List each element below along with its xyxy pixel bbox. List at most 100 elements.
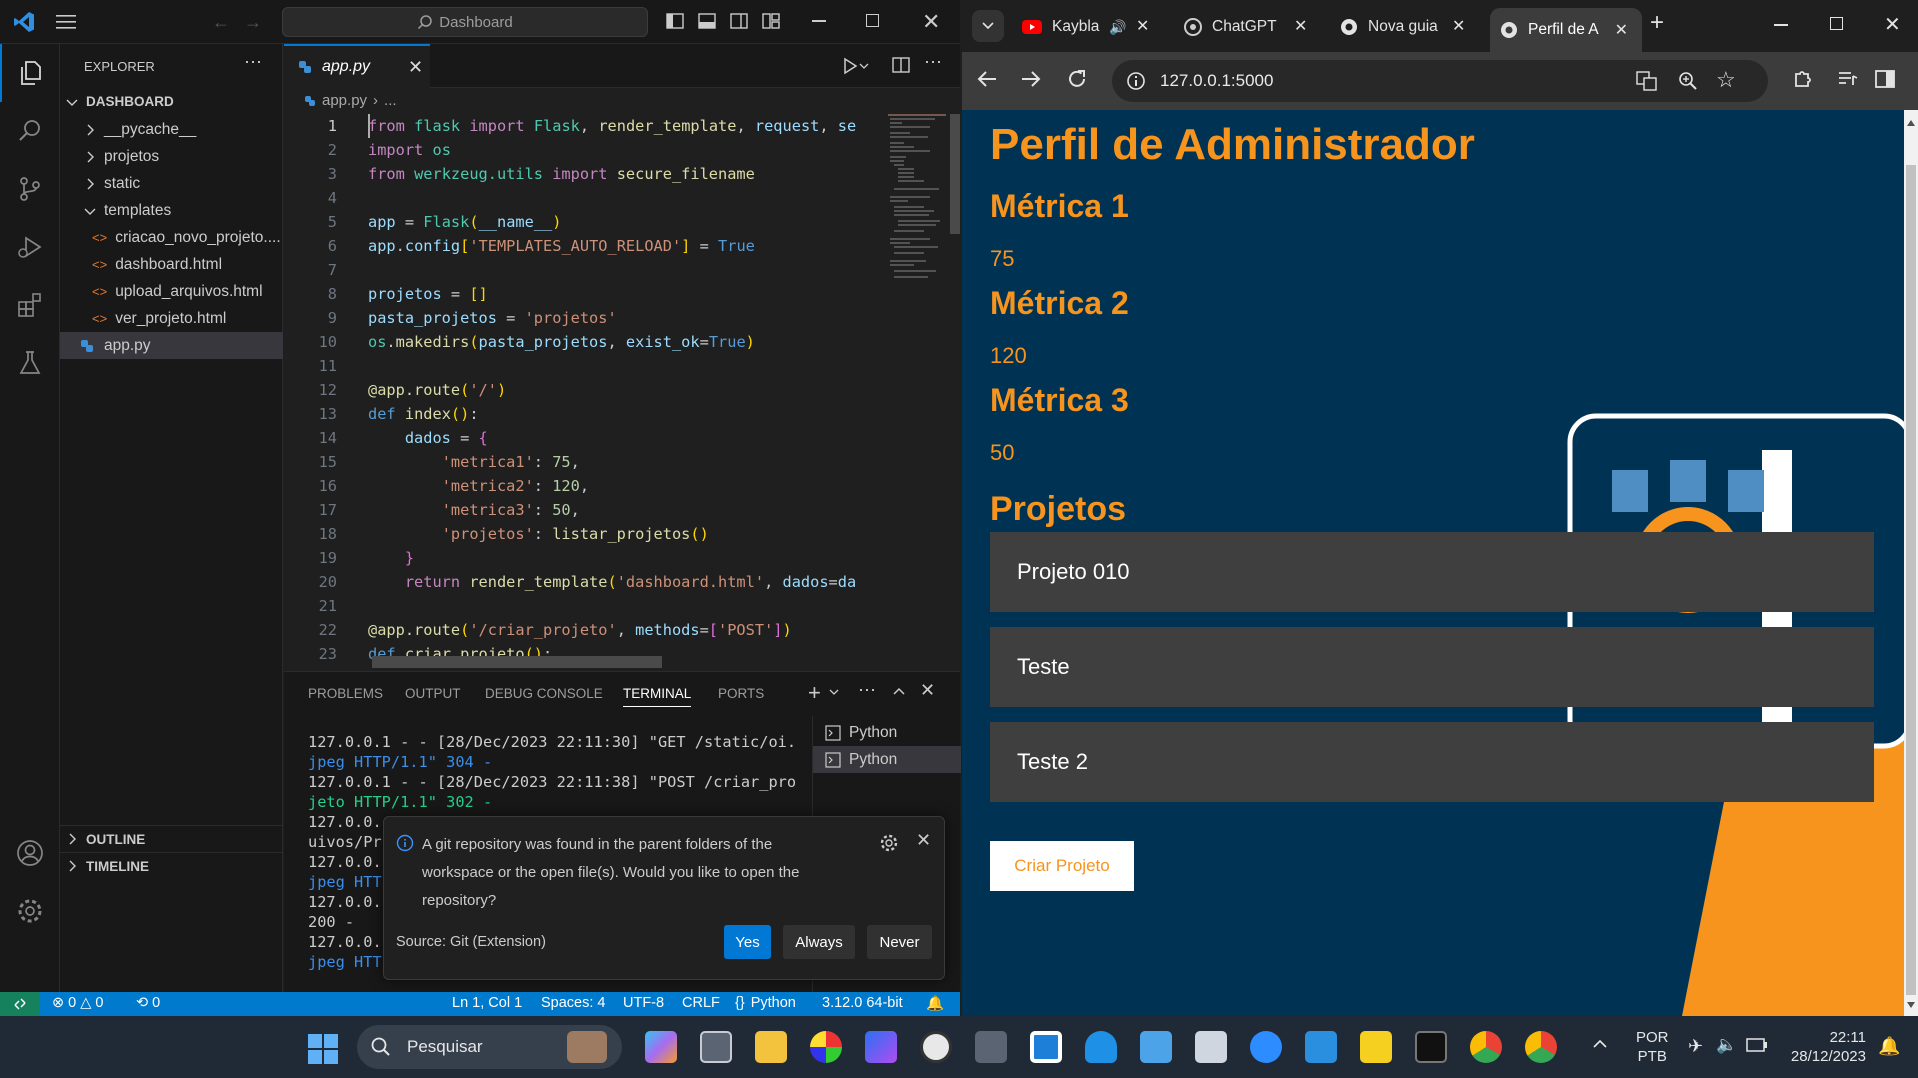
notification-close-icon[interactable]: ✕ xyxy=(916,830,931,851)
pinned-app-icon[interactable] xyxy=(865,1031,897,1063)
project-card[interactable]: Teste xyxy=(990,627,1874,707)
terminal-item-active[interactable]: Python xyxy=(813,746,961,773)
minimap[interactable] xyxy=(888,114,960,344)
notifications-bell-icon[interactable]: 🔔 xyxy=(926,995,944,1012)
terminal-icon[interactable] xyxy=(1415,1031,1447,1063)
page-scrollbar[interactable] xyxy=(1904,110,1918,1016)
close-window-icon[interactable]: ✕ xyxy=(922,9,940,35)
maximize-panel-icon[interactable] xyxy=(892,686,906,696)
trello-icon[interactable] xyxy=(1030,1031,1062,1063)
site-info-icon[interactable] xyxy=(1126,71,1146,91)
tree-item-folder[interactable]: __pycache__ xyxy=(60,116,283,143)
close-tab-icon[interactable]: ✕ xyxy=(1615,20,1628,40)
maximize-icon[interactable] xyxy=(1830,17,1843,30)
forward-arrow-icon[interactable] xyxy=(1020,68,1042,90)
maximize-icon[interactable] xyxy=(866,14,879,27)
address-bar[interactable]: 127.0.0.1:5000 ☆ xyxy=(1112,60,1768,102)
settings-gear-icon[interactable] xyxy=(0,882,60,940)
volume-icon[interactable]: 🔈 xyxy=(1716,1035,1737,1055)
close-tab-icon[interactable]: ✕ xyxy=(1452,16,1465,36)
minimize-icon[interactable] xyxy=(1774,24,1788,26)
pinned-app-icon[interactable] xyxy=(1140,1031,1172,1063)
tree-item-folder[interactable]: static xyxy=(60,170,283,197)
extensions-icon[interactable] xyxy=(0,276,60,334)
bookmark-star-icon[interactable]: ☆ xyxy=(1716,67,1736,93)
reload-icon[interactable] xyxy=(1066,68,1088,90)
browser-tab[interactable]: Kaybla 🔊 xyxy=(1012,9,1127,45)
vscode-taskbar-icon[interactable] xyxy=(1305,1031,1337,1063)
new-terminal-icon[interactable]: + xyxy=(808,680,821,706)
tree-item-file[interactable]: <> dashboard.html xyxy=(60,251,283,278)
close-tab-icon[interactable]: ✕ xyxy=(1294,16,1307,36)
taskbar-search[interactable]: Pesquisar xyxy=(357,1025,622,1069)
chrome-profile-icon[interactable] xyxy=(1525,1031,1557,1063)
tree-item-file[interactable]: <> criacao_novo_projeto.... xyxy=(60,224,283,251)
editor-tab-app-py[interactable]: app.py ✕ xyxy=(284,44,430,88)
tree-item-folder[interactable]: templates xyxy=(60,197,283,224)
airplane-mode-icon[interactable]: ✈ xyxy=(1688,1036,1703,1057)
panel-tab-terminal[interactable]: TERMINAL xyxy=(623,686,692,707)
panel-tab-problems[interactable]: PROBLEMS xyxy=(308,686,383,701)
toggle-sidebar-icon[interactable] xyxy=(662,8,688,34)
scroll-thumb[interactable] xyxy=(1906,165,1916,995)
editor-more-actions-icon[interactable]: ⋯ xyxy=(924,52,942,73)
language-indicator[interactable]: POR PTB xyxy=(1636,1028,1669,1066)
extensions-puzzle-icon[interactable] xyxy=(1792,68,1814,90)
menu-icon[interactable] xyxy=(55,12,77,32)
ports-status[interactable]: ⟲ 0 xyxy=(136,995,160,1011)
tree-item-file[interactable]: <> upload_arquivos.html xyxy=(60,278,283,305)
breadcrumb-rest[interactable]: ... xyxy=(384,92,397,109)
browser-tab-active[interactable]: Perfil de A ✕ xyxy=(1490,8,1642,52)
snipping-tool-icon[interactable] xyxy=(1195,1031,1227,1063)
problems-status[interactable]: ⊗ 0 △ 0 xyxy=(52,995,103,1011)
tab-search-chevron-icon[interactable] xyxy=(972,10,1004,42)
terminal-item[interactable]: Python xyxy=(813,719,961,746)
file-explorer-icon[interactable] xyxy=(755,1031,787,1063)
panel-more-actions-icon[interactable]: ⋯ xyxy=(858,680,876,701)
run-python-icon[interactable] xyxy=(842,57,870,75)
code-editor[interactable]: 1 from flask import Flask, render_templat… xyxy=(284,114,884,664)
close-tab-icon[interactable]: ✕ xyxy=(1136,16,1149,36)
project-card[interactable]: Teste 2 xyxy=(990,722,1874,802)
language-mode[interactable]: {} Python xyxy=(735,995,796,1011)
battery-icon[interactable] xyxy=(1746,1038,1768,1052)
tree-item-file[interactable]: <> ver_projeto.html xyxy=(60,305,283,332)
tree-item-file-selected[interactable]: app.py xyxy=(60,332,283,359)
encoding[interactable]: UTF-8 xyxy=(623,995,664,1011)
scroll-down-icon[interactable] xyxy=(1907,1002,1915,1008)
project-card[interactable]: Projeto 010 xyxy=(990,532,1874,612)
chrome-icon[interactable] xyxy=(1470,1031,1502,1063)
minimize-icon[interactable] xyxy=(812,20,826,22)
workspace-folder-header[interactable]: DASHBOARD xyxy=(60,88,283,115)
yes-button[interactable]: Yes xyxy=(724,925,771,959)
explorer-icon[interactable] xyxy=(0,44,60,102)
zoom-icon[interactable] xyxy=(1678,71,1698,91)
testing-icon[interactable] xyxy=(0,334,60,392)
notification-settings-gear-icon[interactable] xyxy=(879,833,899,853)
python-interpreter[interactable]: 3.12.0 64-bit xyxy=(822,995,903,1011)
customize-layout-icon[interactable] xyxy=(758,8,784,34)
toggle-panel-icon[interactable] xyxy=(694,8,720,34)
back-arrow-icon[interactable]: ← xyxy=(212,12,230,33)
back-arrow-icon[interactable] xyxy=(976,68,998,90)
search-view-icon[interactable] xyxy=(0,102,60,160)
remote-indicator-icon[interactable] xyxy=(0,992,40,1016)
close-panel-icon[interactable]: ✕ xyxy=(920,680,935,701)
indentation[interactable]: Spaces: 4 xyxy=(541,995,606,1011)
close-tab-icon[interactable]: ✕ xyxy=(408,57,423,78)
browser-tab[interactable]: ChatGPT xyxy=(1174,9,1292,45)
outline-section[interactable]: OUTLINE xyxy=(60,825,283,852)
source-control-icon[interactable] xyxy=(0,160,60,218)
show-hidden-icons-chevron-icon[interactable] xyxy=(1592,1038,1608,1050)
new-tab-icon[interactable]: + xyxy=(1650,9,1664,37)
split-editor-icon[interactable] xyxy=(892,56,910,74)
copilot-icon[interactable] xyxy=(645,1031,677,1063)
end-of-line[interactable]: CRLF xyxy=(682,995,720,1011)
browser-tab[interactable]: Nova guia xyxy=(1330,9,1448,45)
task-view-icon[interactable] xyxy=(700,1031,732,1063)
run-debug-icon[interactable] xyxy=(0,218,60,276)
start-windows-icon[interactable] xyxy=(308,1034,338,1064)
onedrive-icon[interactable] xyxy=(1085,1031,1117,1063)
accounts-icon[interactable] xyxy=(0,824,60,882)
forward-arrow-icon[interactable]: → xyxy=(244,12,262,33)
